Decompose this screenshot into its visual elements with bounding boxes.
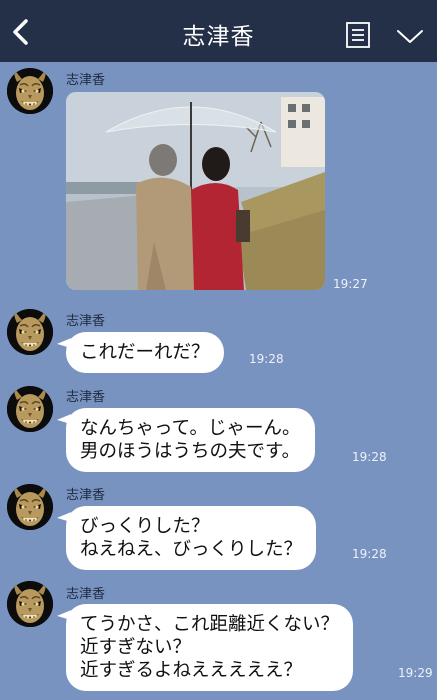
timestamp: 19:29: [398, 666, 433, 680]
hannya-mask-avatar-icon: [7, 484, 53, 530]
timestamp: 19:28: [352, 547, 387, 561]
sender-name: 志津香: [66, 73, 106, 88]
message-text-line: てうかさ、これ距離近くない？: [80, 614, 340, 635]
message-text: これだーれだ？: [80, 342, 210, 363]
chat-header: 志津香: [0, 0, 437, 62]
note-list-button[interactable]: [345, 21, 371, 49]
message-text-line: ねえねえ、びっくりした？: [80, 539, 303, 560]
photo-message[interactable]: [66, 92, 325, 290]
message-text-line: 近すぎるよねえええええ？: [80, 660, 303, 681]
message-bubble[interactable]: これだーれだ？: [66, 332, 224, 373]
sender-avatar[interactable]: [7, 309, 53, 355]
sender-name: 志津香: [66, 488, 106, 503]
timestamp: 19:27: [333, 277, 368, 291]
message-text-line: びっくりした？: [80, 516, 210, 537]
sender-name: 志津香: [66, 587, 106, 602]
more-options-button[interactable]: [395, 28, 425, 46]
sender-name: 志津香: [66, 390, 106, 405]
hannya-mask-avatar-icon: [7, 581, 53, 627]
sender-avatar[interactable]: [7, 386, 53, 432]
message-text-line: 近すぎない？: [80, 637, 192, 658]
timestamp: 19:28: [249, 352, 284, 366]
sender-avatar[interactable]: [7, 484, 53, 530]
back-button[interactable]: [8, 17, 36, 47]
hannya-mask-avatar-icon: [7, 386, 53, 432]
hannya-mask-avatar-icon: [7, 309, 53, 355]
message-text-line: 男のほうはうちの夫です。: [80, 441, 301, 462]
back-chevron-icon: [13, 19, 28, 45]
message-text-line: なんちゃって。じゃーん。: [80, 418, 301, 439]
hannya-mask-avatar-icon: [7, 68, 53, 114]
chat-title: 志津香: [182, 24, 255, 50]
message-bubble[interactable]: びっくりした？ ねえねえ、びっくりした？: [66, 506, 317, 570]
timestamp: 19:28: [352, 450, 387, 464]
message-bubble[interactable]: なんちゃって。じゃーん。 男のほうはうちの夫です。: [66, 408, 315, 472]
sender-name: 志津香: [66, 314, 106, 329]
sender-avatar[interactable]: [7, 68, 53, 114]
note-list-icon: [346, 22, 370, 48]
couple-umbrella-photo: [66, 92, 325, 290]
message-bubble[interactable]: てうかさ、これ距離近くない？ 近すぎない？ 近すぎるよねえええええ？: [66, 604, 354, 691]
sender-avatar[interactable]: [7, 581, 53, 627]
chevron-down-icon: [397, 30, 423, 43]
